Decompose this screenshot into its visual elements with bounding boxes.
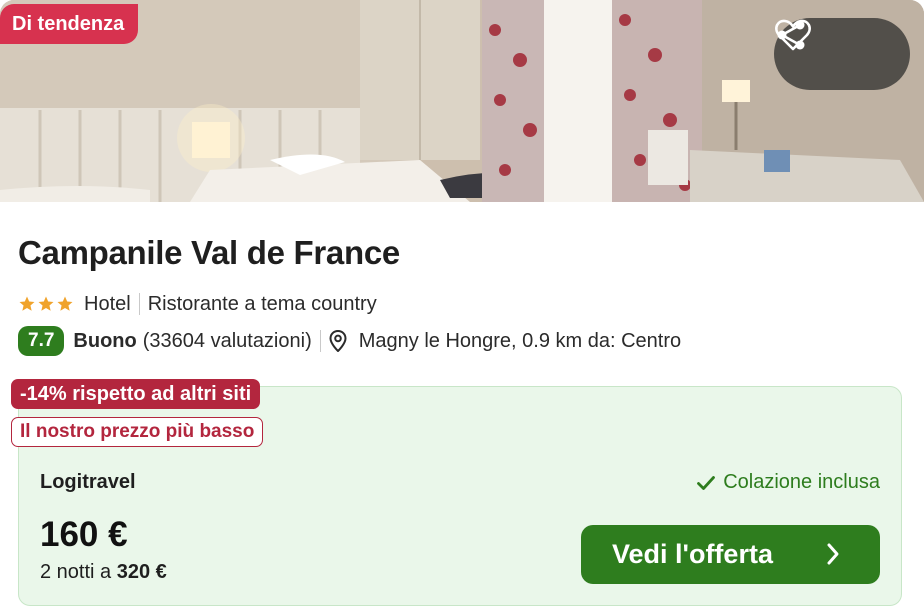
chevron-right-icon [827,543,839,565]
total-price: 2 notti a 320 € [40,561,167,584]
review-count[interactable]: (33604 valutazioni) [143,330,312,353]
star-icon [38,296,54,311]
divider [319,330,321,352]
hotel-name[interactable]: Campanile Val de France [18,234,400,272]
hotel-feature: Ristorante a tema country [147,292,377,315]
total-amount: 320 € [116,561,167,583]
hotel-location[interactable]: Magny le Hongre, 0.9 km da: Centro [359,330,681,353]
location-pin-icon [329,330,347,352]
hotel-rating-row: 7.7 Buono (33604 valutazioni) Magny le H… [18,326,681,356]
hotel-type: Hotel [84,292,131,315]
divider [138,293,140,315]
rating-word: Buono [73,329,137,352]
lowest-price-badge: Il nostro prezzo più basso [11,417,264,447]
hotel-meta-row: Hotel Ristorante a tema country [18,291,377,317]
check-icon [697,475,716,490]
price-per-night: 160 € [40,515,128,554]
heart-icon [775,19,811,51]
hero-actions [774,18,910,90]
rating-score-badge: 7.7 [18,326,65,356]
view-offer-button[interactable]: Vedi l'offerta [581,525,880,584]
breakfast-included: Colazione inclusa [697,471,880,494]
trending-badge: Di tendenza [0,4,139,44]
view-offer-label: Vedi l'offerta [612,539,773,569]
discount-badge: -14% rispetto ad altri siti [11,379,261,409]
favorite-button[interactable] [775,18,910,90]
star-rating [18,295,74,313]
star-icon [19,296,35,311]
breakfast-label: Colazione inclusa [723,471,880,493]
nights-text: 2 notti a [40,561,112,583]
provider-name: Logitravel [40,471,136,493]
star-icon [57,296,73,311]
hotel-photo[interactable]: Di tendenza [0,0,924,202]
